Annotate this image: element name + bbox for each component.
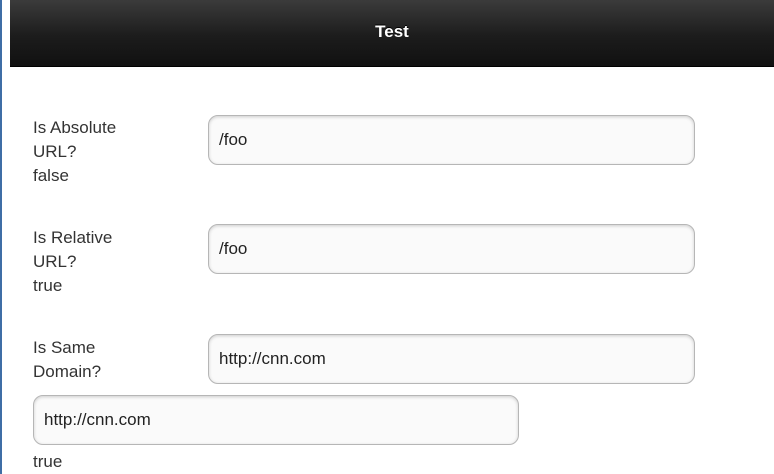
is-absolute-label-line1: Is Absolute bbox=[33, 118, 117, 137]
header-bar: Test bbox=[10, 0, 774, 67]
same-domain-input-2[interactable] bbox=[33, 395, 519, 445]
is-same-domain-label-line1: Is Same bbox=[33, 338, 96, 357]
page: Test Is Absolute URL? false Is Relative … bbox=[0, 0, 774, 474]
is-relative-result: true bbox=[33, 276, 63, 295]
page-title: Test bbox=[375, 22, 409, 41]
is-relative-url-input[interactable] bbox=[208, 224, 695, 274]
left-border bbox=[0, 0, 2, 474]
is-absolute-url-label: Is Absolute URL? false bbox=[33, 116, 116, 188]
is-absolute-label-line2: URL? bbox=[33, 142, 77, 161]
is-absolute-url-input[interactable] bbox=[208, 115, 695, 165]
is-same-domain-result: true bbox=[33, 452, 63, 471]
same-domain-input-1[interactable] bbox=[208, 334, 695, 384]
is-same-domain-label: Is Same Domain? bbox=[33, 336, 101, 384]
is-relative-label-line1: Is Relative bbox=[33, 228, 113, 247]
is-relative-url-label: Is Relative URL? true bbox=[33, 226, 112, 298]
is-relative-label-line2: URL? bbox=[33, 252, 77, 271]
is-same-domain-label-line2: Domain? bbox=[33, 362, 102, 381]
is-absolute-result: false bbox=[33, 166, 69, 185]
